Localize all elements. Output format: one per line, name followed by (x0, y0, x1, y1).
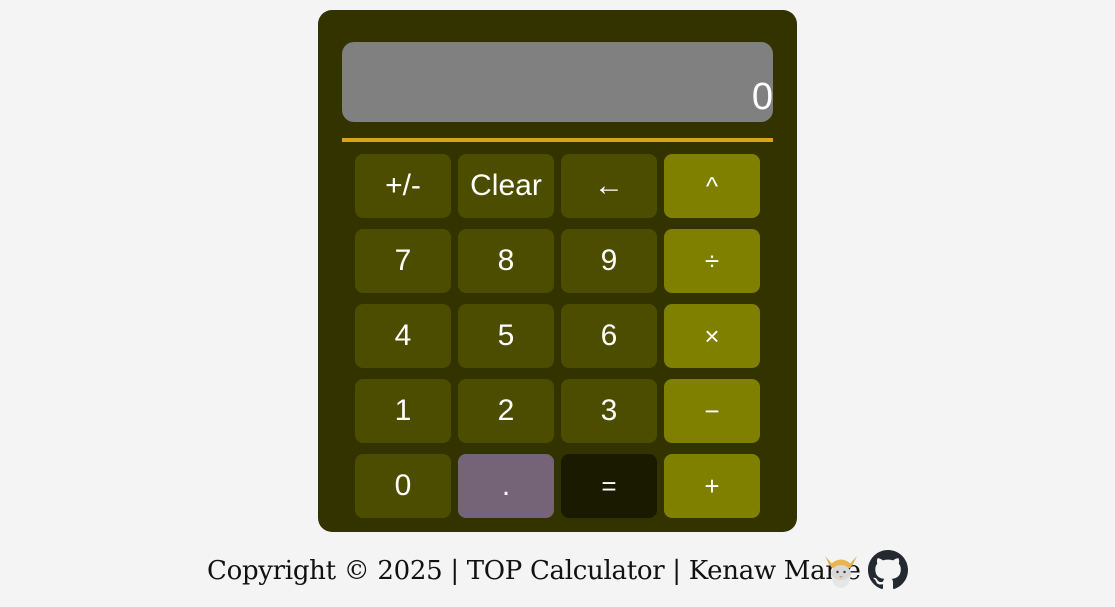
digit-5-button[interactable]: 5 (458, 304, 554, 368)
backspace-button[interactable]: ← (561, 154, 657, 218)
power-button[interactable]: ^ (664, 154, 760, 218)
decimal-button[interactable]: . (458, 454, 554, 518)
project-name: TOP Calculator (466, 556, 665, 586)
add-button[interactable]: + (664, 454, 760, 518)
display-value: 0 (751, 76, 773, 118)
odin-project-icon[interactable] (821, 550, 861, 590)
multiply-button[interactable]: × (664, 304, 760, 368)
subtract-button[interactable]: − (664, 379, 760, 443)
clear-button[interactable]: Clear (458, 154, 554, 218)
keypad: +/- Clear ← ^ 7 8 9 ÷ 4 5 6 × 1 2 3− 0. = + (355, 154, 760, 518)
digit-0-button[interactable]: 0 (355, 454, 451, 518)
digit-4-button[interactable]: 4 (355, 304, 451, 368)
digit-8-button[interactable]: 8 (458, 229, 554, 293)
digit-6-button[interactable]: 6 (561, 304, 657, 368)
footer-separator: | (442, 556, 467, 586)
github-icon[interactable] (868, 550, 908, 590)
footer: Copyright © 2025 | TOP Calculator | Kena… (207, 548, 861, 594)
footer-separator: | (664, 556, 689, 586)
equals-button[interactable]: = (561, 454, 657, 518)
calculator: 0 +/- Clear ← ^ 7 8 9 ÷ 4 5 6 × 1 2 3− 0. = + (318, 10, 797, 532)
digit-7-button[interactable]: 7 (355, 229, 451, 293)
copyright-text: Copyright © 2025 (207, 556, 443, 586)
digit-2-button[interactable]: 2 (458, 379, 554, 443)
digit-3-button[interactable]: 3 (561, 379, 657, 443)
digit-9-button[interactable]: 9 (561, 229, 657, 293)
digit-1-button[interactable]: 1 (355, 379, 451, 443)
divide-button[interactable]: ÷ (664, 229, 760, 293)
footer-text: Copyright © 2025 | TOP Calculator | Kena… (207, 556, 861, 586)
display-divider (342, 138, 773, 142)
calculator-display: 0 (342, 42, 773, 122)
sign-toggle-button[interactable]: +/- (355, 154, 451, 218)
